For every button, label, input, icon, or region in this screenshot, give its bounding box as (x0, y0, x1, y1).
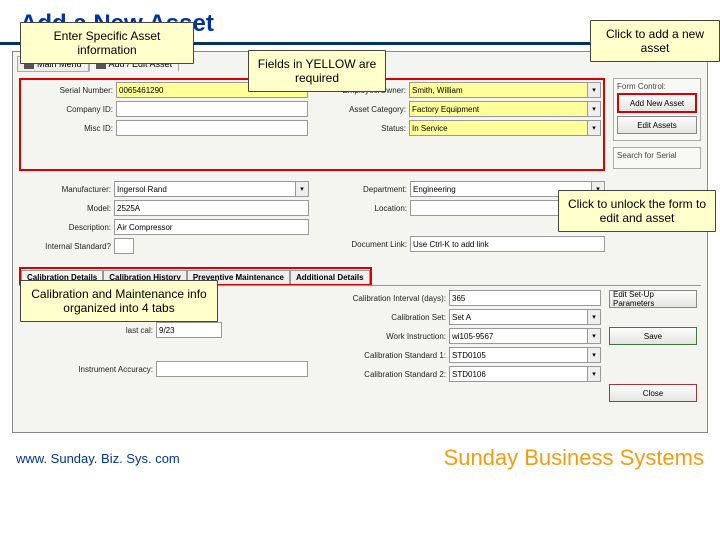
misc-id-input[interactable] (116, 120, 308, 136)
label-intstd: Internal Standard? (21, 242, 114, 251)
label-last-cal: last cal: (23, 326, 156, 335)
cal-std2-select[interactable]: STD0106 (449, 366, 588, 382)
label-cat: Asset Category: (316, 105, 409, 114)
chevron-down-icon[interactable]: ▾ (588, 366, 601, 382)
label-serial: Serial Number: (23, 86, 116, 95)
label-desc: Description: (21, 223, 114, 232)
document-link-input[interactable]: Use Ctrl-K to add link (410, 236, 605, 252)
callout-enter-info: Enter Specific Asset information (20, 22, 194, 64)
employee-owner-select[interactable]: Smith, William (409, 82, 588, 98)
internal-standard-checkbox[interactable] (114, 238, 134, 254)
chevron-down-icon[interactable]: ▾ (588, 347, 601, 363)
label-std1: Calibration Standard 1: (316, 351, 449, 360)
label-wi: Work Instruction: (316, 332, 449, 341)
company-id-input[interactable] (116, 101, 308, 117)
label-search-serial: Search for Serial (617, 151, 697, 160)
label-interval: Calibration Interval (days): (316, 294, 449, 303)
asset-category-select[interactable]: Factory Equipment (409, 101, 588, 117)
chevron-down-icon[interactable]: ▾ (296, 181, 309, 197)
last-cal-input[interactable]: 9/23 (156, 322, 222, 338)
accuracy-input[interactable] (156, 361, 308, 377)
label-form-control: Form Control: (617, 82, 697, 91)
manufacturer-select[interactable]: Ingersol Rand (114, 181, 296, 197)
close-button[interactable]: Close (609, 384, 697, 402)
edit-assets-button[interactable]: Edit Assets (617, 116, 697, 134)
chevron-down-icon[interactable]: ▾ (588, 120, 601, 136)
add-new-asset-button[interactable]: Add New Asset (617, 93, 697, 113)
save-button[interactable]: Save (609, 327, 697, 345)
footer: www. Sunday. Biz. Sys. com Sunday Busine… (0, 433, 720, 471)
footer-band (0, 470, 720, 540)
search-serial-panel: Search for Serial (613, 147, 701, 169)
footer-url: www. Sunday. Biz. Sys. com (16, 451, 180, 466)
label-company: Company ID: (23, 105, 116, 114)
app-window: Main Menu Add / Edit Asset Serial Number… (12, 51, 708, 433)
chevron-down-icon[interactable]: ▾ (588, 82, 601, 98)
label-std2: Calibration Standard 2: (316, 370, 449, 379)
cal-std1-select[interactable]: STD0105 (449, 347, 588, 363)
label-model: Model: (21, 204, 114, 213)
chevron-down-icon[interactable]: ▾ (588, 309, 601, 325)
chevron-down-icon[interactable]: ▾ (588, 328, 601, 344)
label-status: Status: (316, 124, 409, 133)
callout-tabs: Calibration and Maintenance info organiz… (20, 280, 218, 322)
label-loc: Location: (317, 204, 410, 213)
form-control-panel: Form Control: Add New Asset Edit Assets (613, 78, 701, 141)
interval-input[interactable]: 365 (449, 290, 601, 306)
edit-setup-button[interactable]: Edit Set-Up Parameters (609, 290, 697, 308)
cal-set-select[interactable]: Set A (449, 309, 588, 325)
status-select[interactable]: In Service (409, 120, 588, 136)
footer-brand: Sunday Business Systems (444, 445, 704, 471)
label-accuracy: Instrument Accuracy: (23, 365, 156, 374)
tab-additional-details[interactable]: Additional Details (290, 270, 370, 284)
label-dept: Department: (317, 185, 410, 194)
label-doclink: Document Link: (317, 240, 410, 249)
work-instruction-select[interactable]: wi105-9567 (449, 328, 588, 344)
model-input[interactable]: 2525A (114, 200, 309, 216)
chevron-down-icon[interactable]: ▾ (588, 101, 601, 117)
label-manuf: Manufacturer: (21, 185, 114, 194)
label-misc: Misc ID: (23, 124, 116, 133)
label-cal-set: Calibration Set: (316, 313, 449, 322)
callout-add-asset: Click to add a new asset (590, 20, 720, 62)
description-input[interactable]: Air Compressor (114, 219, 309, 235)
callout-unlock: Click to unlock the form to edit and ass… (558, 190, 716, 232)
callout-yellow-required: Fields in YELLOW are required (248, 50, 386, 92)
